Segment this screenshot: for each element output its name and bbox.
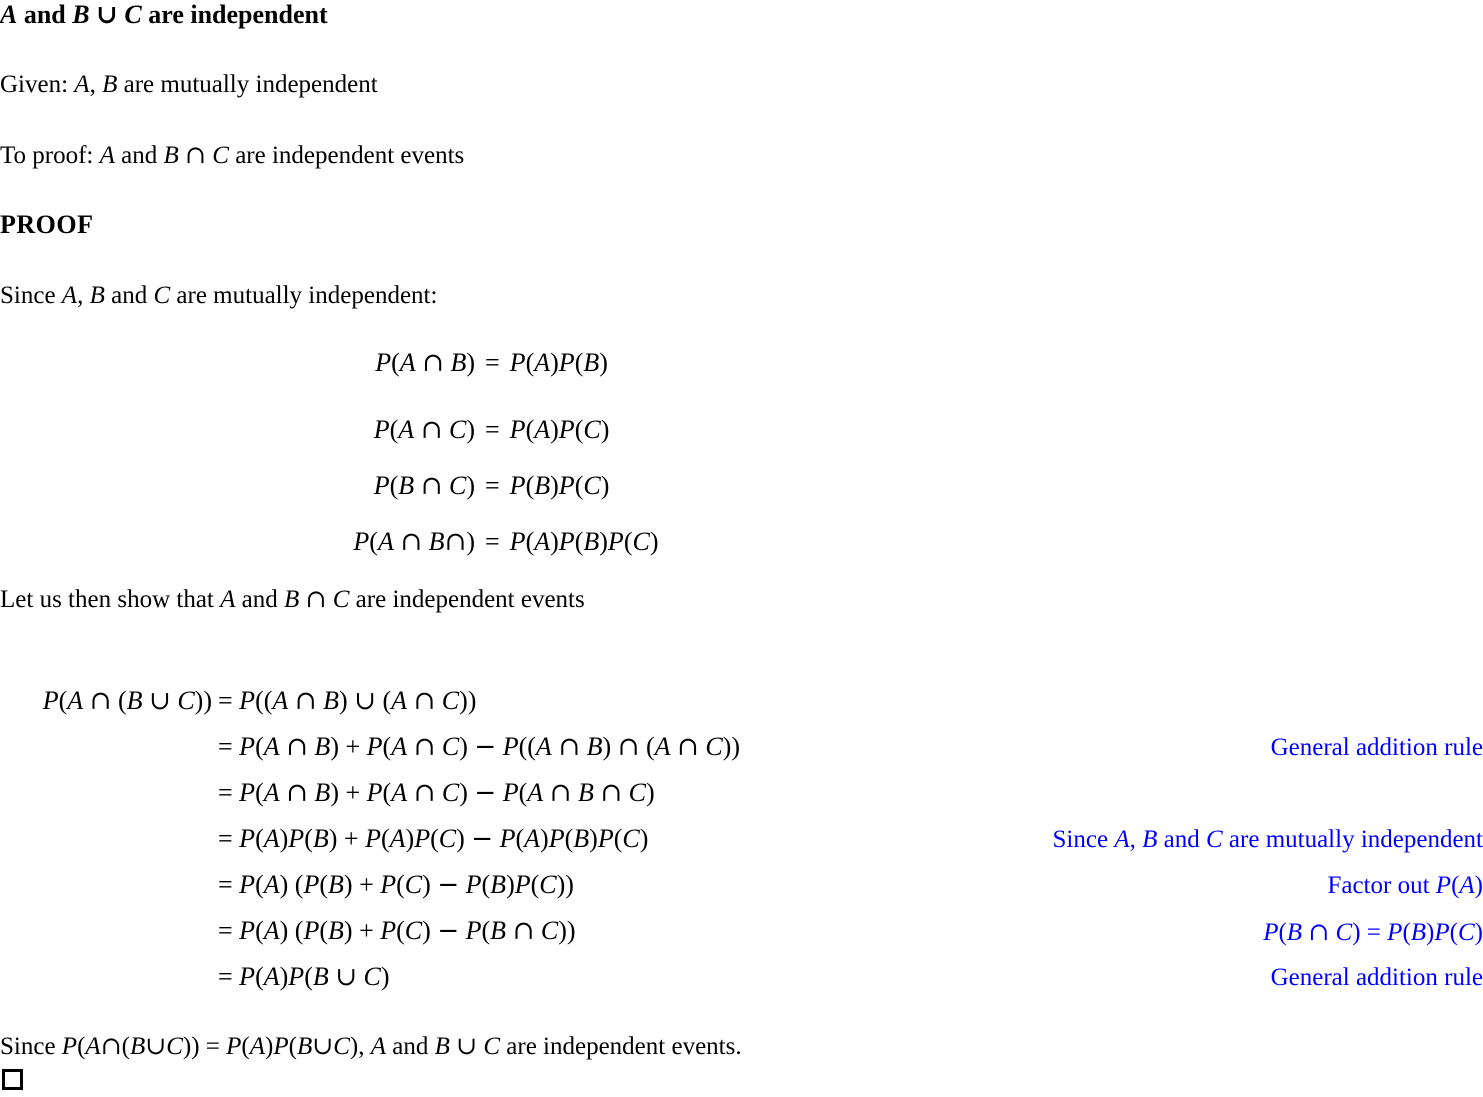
given-statement: Given: A, B are mutually independent — [0, 71, 378, 98]
equation-relation: = — [485, 471, 500, 500]
document-title: A and B ∪ C are independent — [0, 0, 328, 30]
equation-relation: = — [485, 348, 500, 377]
derivation-row: = P(A ∩ B) + P(A ∩ C) − P((A ∩ B) ∩ (A ∩… — [0, 734, 1483, 780]
let-us-show-statement: Let us then show that A and B ∩ C are in… — [0, 584, 585, 613]
derivation-step: = P((A ∩ B) ∪ (A ∩ C)) — [218, 686, 477, 716]
derivation-lhs: P(A ∩ (B ∪ C)) — [42, 686, 212, 716]
derivation-step: = P(A)P(B) + P(A)P(C) − P(A)P(B)P(C) — [218, 824, 649, 854]
derivation-row: = P(A) (P(B) + P(C) − P(B)P(C)) Factor o… — [0, 872, 1483, 918]
proof-heading: PROOF — [0, 210, 94, 239]
equation-rhs: P(A)P(B)P(C) — [509, 527, 659, 556]
derivation-row: = P(A)P(B ∪ C) General addition rule — [0, 964, 1483, 1010]
display-equation-3: P(B ∩ C) = P(B)P(C) — [285, 471, 610, 501]
derivation-step: = P(A) (P(B) + P(C) − P(B)P(C)) — [218, 870, 574, 900]
derivation-annotation: General addition rule — [1270, 734, 1483, 761]
derivation-step: = P(A ∩ B) + P(A ∩ C) − P((A ∩ B) ∩ (A ∩… — [218, 732, 740, 762]
display-equation-4: P(A ∩ B∩) = P(A)P(B)P(C) — [285, 527, 659, 557]
qed-square-icon — [2, 1069, 23, 1090]
equation-lhs: P(A ∩ C) — [373, 415, 475, 445]
equation-lhs: P(A ∩ B) — [375, 348, 475, 378]
display-equation-1: P(A ∩ B) = P(A)P(B) — [285, 348, 608, 378]
derivation-step: = P(A ∩ B) + P(A ∩ C) − P(A ∩ B ∩ C) — [218, 778, 655, 808]
conclusion-statement: Since P(A∩(B∪C)) = P(A)P(B∪C), A and B ∪… — [0, 1031, 742, 1060]
derivation-row: = P(A) (P(B) + P(C) − P(B ∩ C)) P(B ∩ C)… — [0, 918, 1483, 964]
derivation-step: = P(A) (P(B) + P(C) − P(B ∩ C)) — [218, 916, 576, 946]
derivation-annotation: Factor out P(A) — [1327, 872, 1483, 899]
display-equation-2: P(A ∩ C) = P(A)P(C) — [285, 415, 610, 445]
equation-lhs: P(B ∩ C) — [373, 471, 475, 501]
equation-relation: = — [485, 415, 500, 444]
proof-document-page: A and B ∪ C are independent Given: A, B … — [0, 0, 1483, 1097]
derivation-row: = P(A)P(B) + P(A)P(C) − P(A)P(B)P(C) Sin… — [0, 826, 1483, 872]
mutual-independence-premise: Since A, B and C are mutually independen… — [0, 282, 438, 309]
derivation-annotation: General addition rule — [1270, 964, 1483, 991]
derivation-step: = P(A)P(B ∪ C) — [218, 962, 390, 992]
equation-lhs: P(A ∩ B∩) — [353, 527, 475, 557]
derivation-row: P(A ∩ (B ∪ C)) = P((A ∩ B) ∪ (A ∩ C)) — [0, 688, 1483, 734]
equation-rhs: P(A)P(C) — [509, 415, 610, 444]
derivation-row: = P(A ∩ B) + P(A ∩ C) − P(A ∩ B ∩ C) — [0, 780, 1483, 826]
equation-rhs: P(B)P(C) — [509, 471, 610, 500]
derivation-annotation: P(B ∩ C) = P(B)P(C) — [1263, 917, 1483, 946]
derivation-block: P(A ∩ (B ∪ C)) = P((A ∩ B) ∪ (A ∩ C)) = … — [0, 688, 1483, 1010]
to-proof-statement: To proof: A and B ∩ C are independent ev… — [0, 140, 465, 169]
equation-relation: = — [485, 527, 500, 556]
derivation-annotation: Since A, B and C are mutually independen… — [1052, 826, 1483, 853]
equation-rhs: P(A)P(B) — [509, 348, 608, 377]
